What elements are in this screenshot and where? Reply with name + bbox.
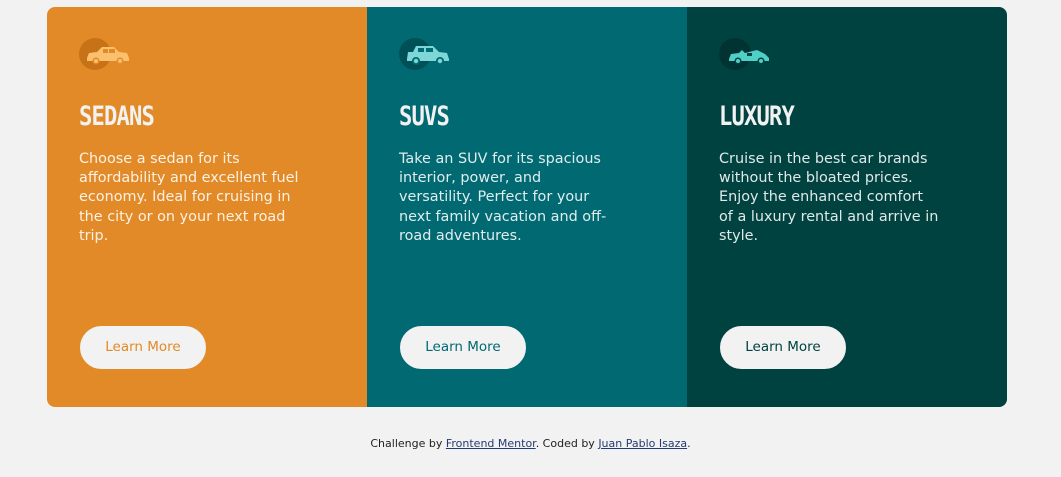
sedan-car-icon [87,47,129,65]
card-description: Choose a sedan for its affordability and… [79,151,299,244]
card-description: Take an SUV for its spacious interior, p… [399,151,607,244]
card-luxury: LUXURY Cruise in the best car brands wit… [687,7,1007,407]
luxury-car-icon [729,50,769,65]
luxury-car-icon [719,38,775,74]
footer-suffix: . [687,437,691,450]
card-title: LUXURY [719,101,795,132]
attribution-footer: Challenge by Frontend Mentor. Coded by J… [0,437,1061,450]
card-title: SUVS [399,101,450,132]
card-title: SEDANS [79,101,155,132]
car-cards-container: SEDANS Choose a sedan for its affordabil… [47,7,1007,407]
author-link[interactable]: Juan Pablo Isaza [598,437,687,450]
learn-more-button[interactable]: Learn More [80,326,206,369]
learn-more-button[interactable]: Learn More [720,326,846,369]
suv-car-icon [399,38,455,74]
sedan-car-icon [79,38,135,74]
learn-more-button[interactable]: Learn More [400,326,526,369]
card-suvs: SUVS Take an SUV for its spacious interi… [367,7,687,407]
card-sedans: SEDANS Choose a sedan for its affordabil… [47,7,367,407]
card-description: Cruise in the best car brands without th… [719,151,939,244]
frontend-mentor-link[interactable]: Frontend Mentor [446,437,536,450]
suv-car-icon [407,46,449,65]
footer-middle: . Coded by [535,437,599,450]
footer-prefix: Challenge by [370,437,446,450]
